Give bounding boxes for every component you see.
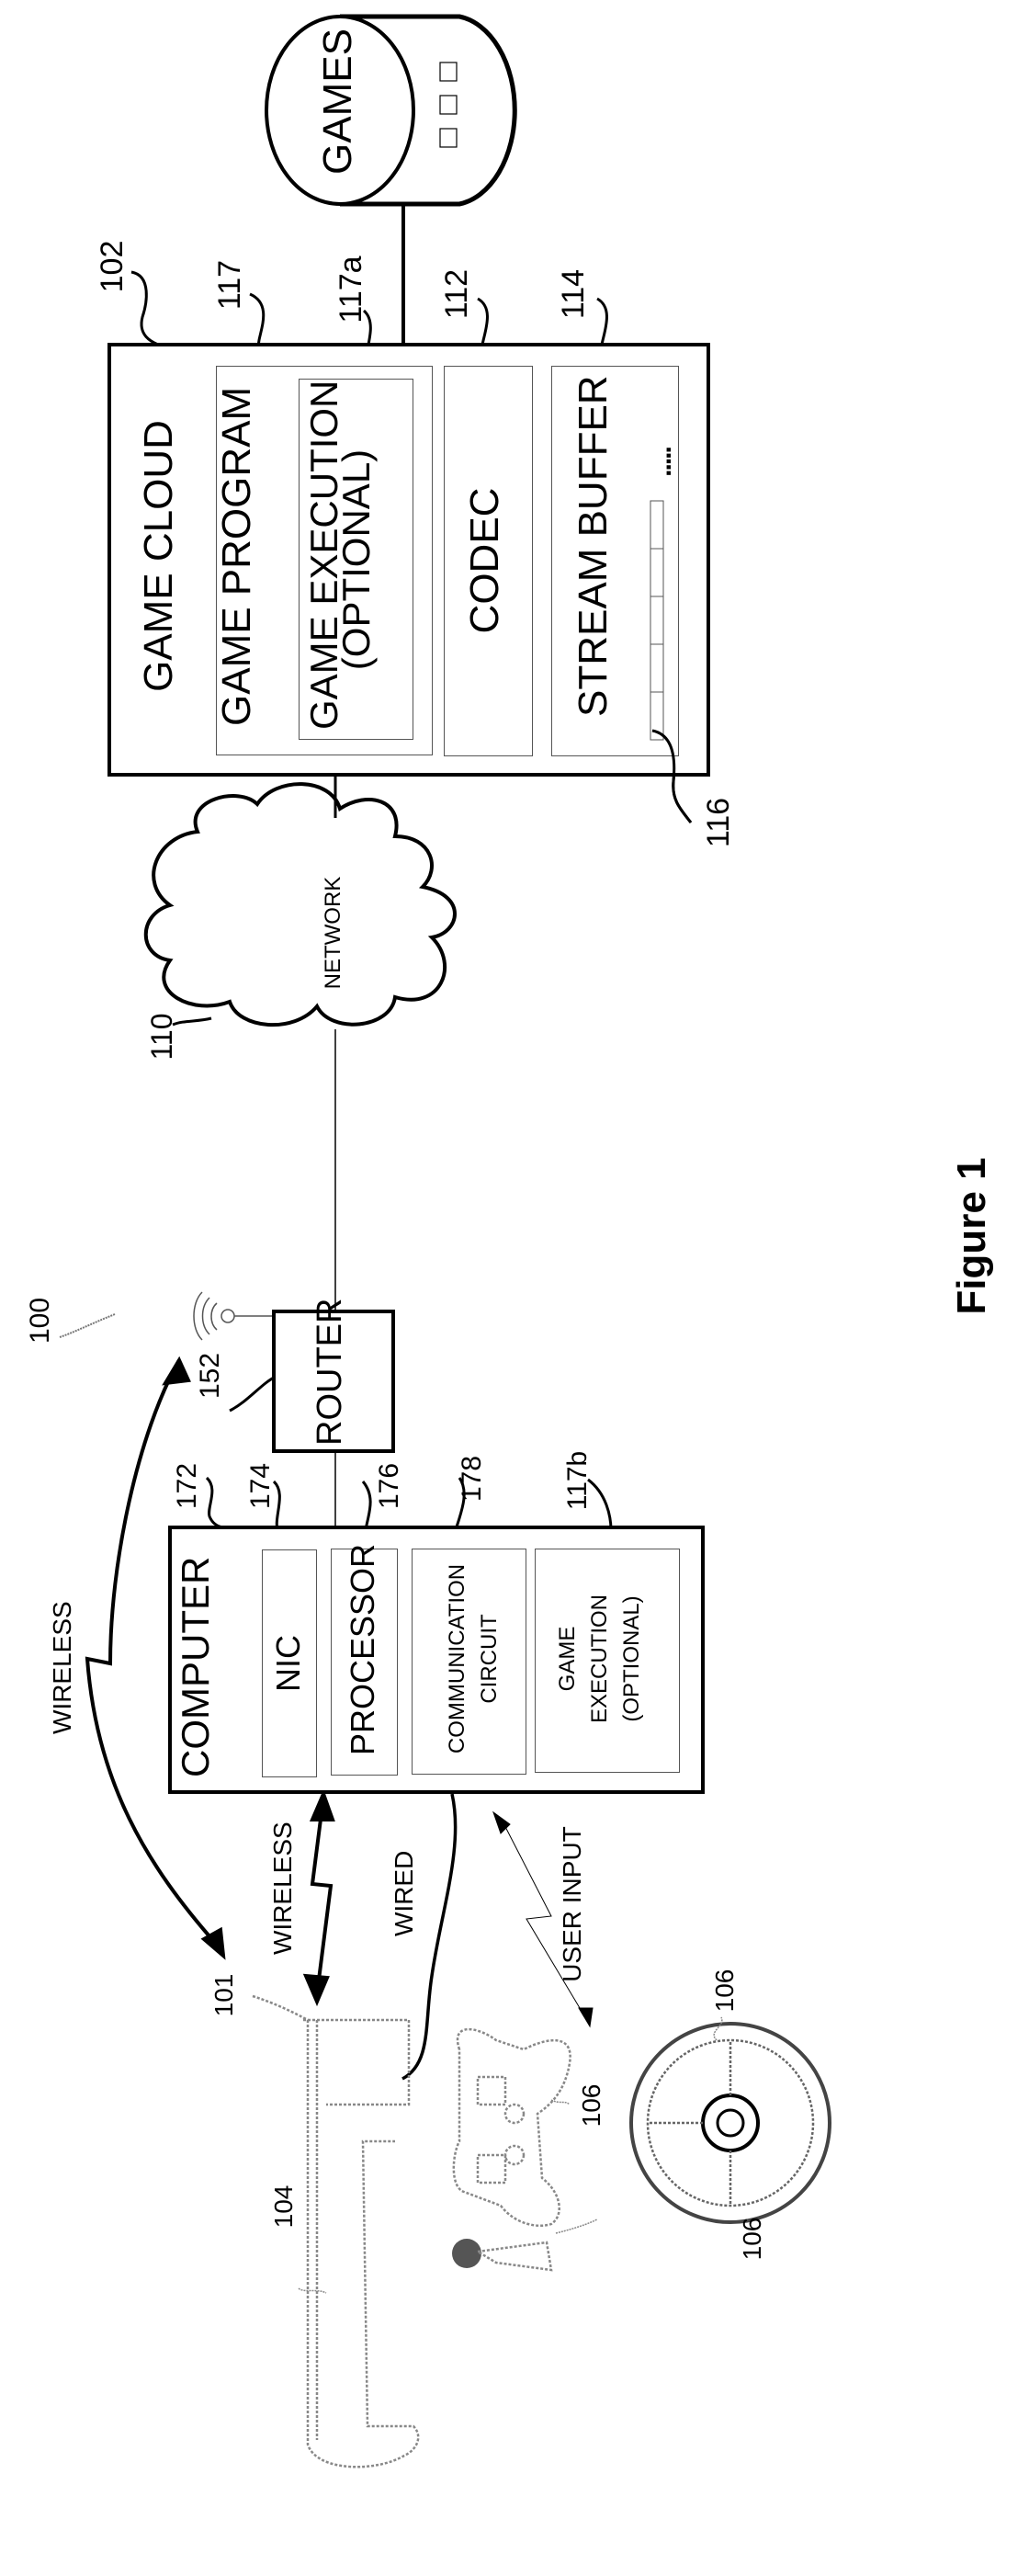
ref-102: 102: [95, 240, 130, 293]
game-program-label: GAME PROGRAM: [214, 386, 259, 726]
ref-104: 104: [269, 2184, 298, 2229]
ref-110: 110: [145, 1013, 178, 1061]
network-cloud-icon: [143, 782, 457, 1027]
game-controller-icon: [452, 2027, 571, 2228]
figure-title: Figure 1: [949, 1157, 994, 1315]
codec-label: CODEC: [462, 487, 507, 634]
games-database-icon: [265, 14, 517, 207]
ref-100: 100: [25, 1297, 55, 1345]
comm-circuit-label-line1: COMMUNICATION: [445, 1563, 469, 1754]
ref-114: 114: [556, 268, 591, 320]
nic-label: NIC: [269, 1635, 307, 1692]
computer-game-exec-line2: EXECUTION: [587, 1594, 612, 1724]
games-label: GAMES: [315, 28, 360, 175]
ref-101: 101: [209, 1973, 238, 2017]
ref-152: 152: [195, 1352, 225, 1400]
ref-117: 117: [212, 259, 247, 311]
game-execution-optional-label: (OPTIONAL): [334, 448, 378, 671]
ref-106-wheel: 106: [710, 1969, 739, 2013]
wired-label: WIRED: [390, 1850, 418, 1936]
ref-106-controller: 106: [577, 2083, 605, 2128]
ref-174: 174: [245, 1462, 276, 1510]
user-input-label: USER INPUT: [558, 1826, 586, 1982]
network-label: NETWORK: [321, 876, 345, 990]
wireless-link-computer-hmd: [302, 1788, 335, 2007]
ref-172: 172: [172, 1462, 202, 1510]
wireless-computer-label: WIRELESS: [268, 1821, 297, 1955]
ref-112: 112: [439, 268, 474, 320]
steering-wheel-icon: [629, 2022, 831, 2224]
computer-game-exec-line1: GAME: [555, 1626, 580, 1692]
comm-circuit-label-line2: CIRCUIT: [477, 1614, 502, 1704]
ref-117a: 117a: [334, 255, 368, 323]
computer-game-exec-line3: (OPTIONAL): [619, 1595, 644, 1722]
computer-label: COMPUTER: [174, 1556, 217, 1777]
processor-label: PROCESSOR: [344, 1543, 381, 1755]
stream-buffer-ellipsis: .....: [647, 448, 677, 477]
ref-178: 178: [457, 1455, 487, 1503]
ref-117b: 117b: [562, 1450, 593, 1511]
ref-106-mic: 106: [738, 2217, 766, 2261]
ref-116: 116: [701, 797, 736, 848]
router-antenna-icon: [193, 1291, 272, 1341]
router-label: ROUTER: [311, 1298, 349, 1446]
stream-buffer-label: STREAM BUFFER: [571, 375, 616, 717]
wireless-router-label: WIRELESS: [48, 1601, 76, 1734]
game-cloud-label: GAME CLOUD: [136, 420, 181, 692]
wired-link: [401, 1793, 458, 2081]
microphone-icon: [452, 2239, 553, 2272]
ref-176: 176: [374, 1462, 404, 1510]
